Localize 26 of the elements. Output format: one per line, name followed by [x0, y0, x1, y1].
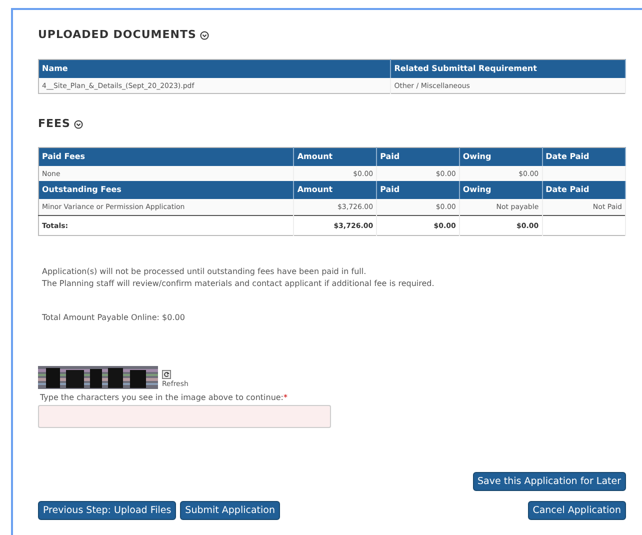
column-header: Date Paid	[542, 147, 626, 166]
refresh-icon[interactable]	[162, 370, 171, 378]
captcha-field[interactable]	[38, 405, 331, 428]
column-header: Name	[38, 59, 391, 78]
chevron-icon[interactable]	[200, 30, 210, 40]
chevron-icon[interactable]	[74, 120, 84, 129]
column-header: Date Paid	[542, 181, 626, 199]
column-header: Paid	[376, 181, 460, 199]
column-header: Amount	[294, 147, 377, 166]
previous-button[interactable]: Previous Step: Upload Files	[38, 501, 176, 520]
column-header: Related Submittal Requirement	[390, 59, 626, 78]
field-label: Type the characters you see in the image above to continue:*	[40, 393, 288, 402]
column-header: Paid	[376, 147, 460, 166]
total-payable: Total Amount Payable Online: $0.00	[42, 312, 186, 324]
submit-button[interactable]: Submit Application	[180, 501, 280, 520]
section-title: UPLOADED DOCUMENTS	[38, 27, 196, 43]
section-title: FEES	[38, 116, 70, 132]
note-text: Application(s) will not be processed until outstanding fees have been paid in full.	[42, 266, 368, 278]
save-button[interactable]: Save this Application for Later	[472, 472, 626, 491]
column-header: Paid Fees	[38, 147, 294, 166]
cancel-button[interactable]: Cancel Application	[528, 501, 626, 520]
column-header: Outstanding Fees	[38, 181, 294, 199]
column-header: Owing	[459, 181, 542, 199]
column-header: Amount	[294, 181, 377, 199]
column-header: Owing	[459, 147, 542, 166]
note-text: The Planning staff will review/confirm materials and contact applicant if additional fee is required.	[42, 278, 436, 290]
